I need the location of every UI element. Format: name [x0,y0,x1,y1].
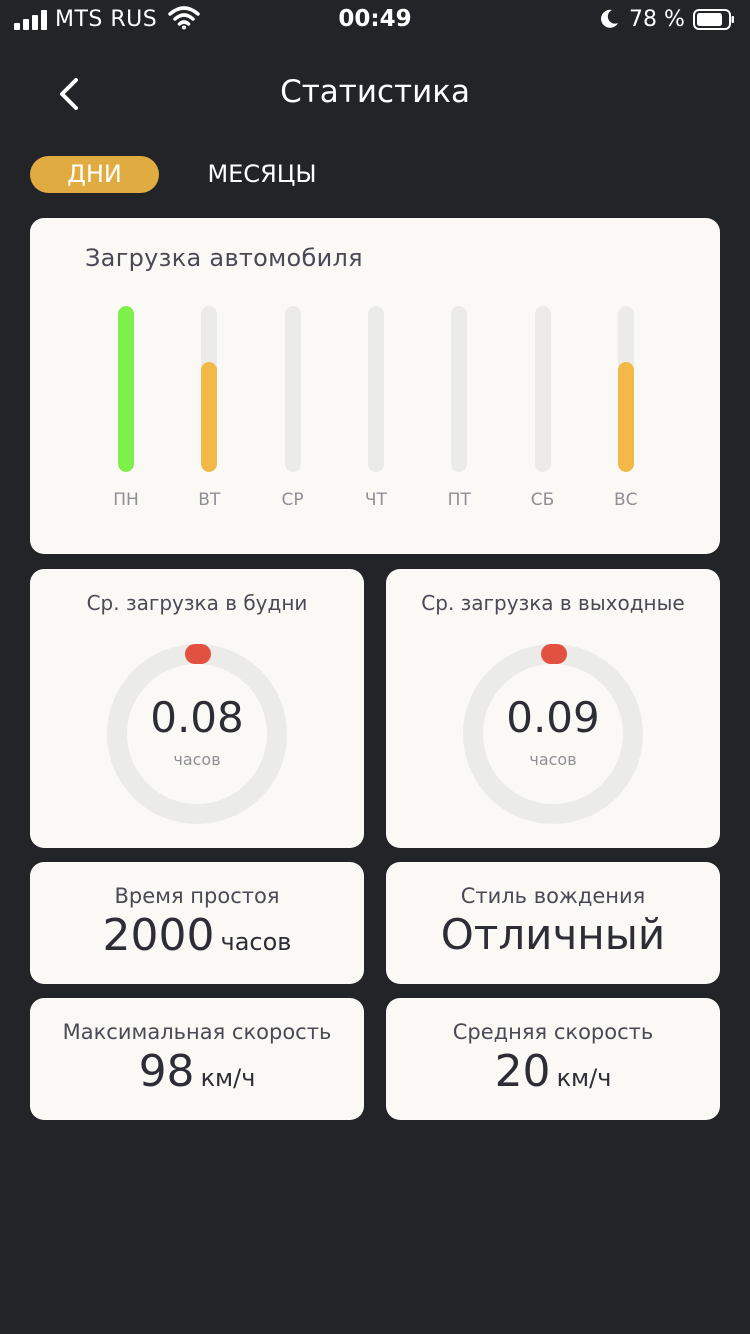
weekend-load-card: Ср. загрузка в выходные 0.09 часов [386,569,720,848]
driving-style-title: Стиль вождения [460,884,646,908]
bar-label-0: ПН [113,490,139,510]
bar-track-2 [284,306,301,472]
bar-track-4 [451,306,468,472]
bar-fill-6 [617,362,634,472]
weekday-load-value: 0.08 [150,693,244,742]
bar-label-4: ПТ [447,490,471,510]
tab-months[interactable]: МЕСЯЦЫ [192,156,332,193]
max-speed-card: Максимальная скорость 98 км/ч [30,998,364,1120]
avg-speed-card: Средняя скорость 20 км/ч [386,998,720,1120]
avg-speed-line: 20 км/ч [386,1046,720,1097]
driving-style-value: Отличный [440,910,666,959]
vehicle-load-title: Загрузка автомобиля [85,244,363,272]
bar-fill-0 [118,306,134,472]
weekend-load-title: Ср. загрузка в выходные [421,591,685,615]
avg-speed-unit: км/ч [556,1064,612,1092]
max-speed-title: Максимальная скорость [62,1020,332,1044]
bar-label-2: СР [281,490,304,510]
bar-track-5 [534,306,551,472]
bar-label-1: ВТ [198,490,221,510]
avg-speed-value: 20 [494,1046,551,1097]
idle-time-value: 2000 [102,910,215,961]
bar-track-0 [118,306,134,472]
bar-label-5: СБ [530,490,555,510]
gauge-marker [541,644,567,664]
idle-time-title: Время простоя [114,884,280,908]
weekday-load-card: Ср. загрузка в будни 0.08 часов [30,569,364,848]
idle-time-card: Время простоя 2000 часов [30,862,364,984]
battery-percent: 78 % [629,7,685,32]
status-bar: MTS RUS 00:49 78 % [0,0,750,40]
max-speed-line: 98 км/ч [30,1046,364,1097]
max-speed-unit: км/ч [200,1064,256,1092]
weekday-load-unit: часов [173,750,221,769]
bar-track-6 [617,306,634,472]
weekend-load-value: 0.09 [506,693,600,742]
page-title: Статистика [280,74,470,110]
moon-icon [601,9,618,28]
bar-label-3: ЧТ [364,490,387,510]
idle-time-unit: часов [220,928,292,956]
bar-track-3 [367,306,384,472]
max-speed-value: 98 [138,1046,195,1097]
bar-label-6: ВС [614,490,638,510]
idle-time-line: 2000 часов [30,910,364,961]
driving-style-card: Стиль вождения Отличный [386,862,720,984]
bar-fill-1 [201,362,218,472]
gauge-marker [185,644,211,664]
weekend-load-unit: часов [529,750,577,769]
bar-track-1 [201,306,218,472]
driving-style-line: Отличный [386,910,720,959]
vehicle-load-card: Загрузка автомобиля ПН ВТ СР ЧТ ПТ СБ ВС [30,218,720,554]
weekday-load-title: Ср. загрузка в будни [86,591,308,615]
avg-speed-title: Средняя скорость [452,1020,654,1044]
battery-icon [693,9,734,30]
tab-days[interactable]: ДНИ [30,156,159,193]
